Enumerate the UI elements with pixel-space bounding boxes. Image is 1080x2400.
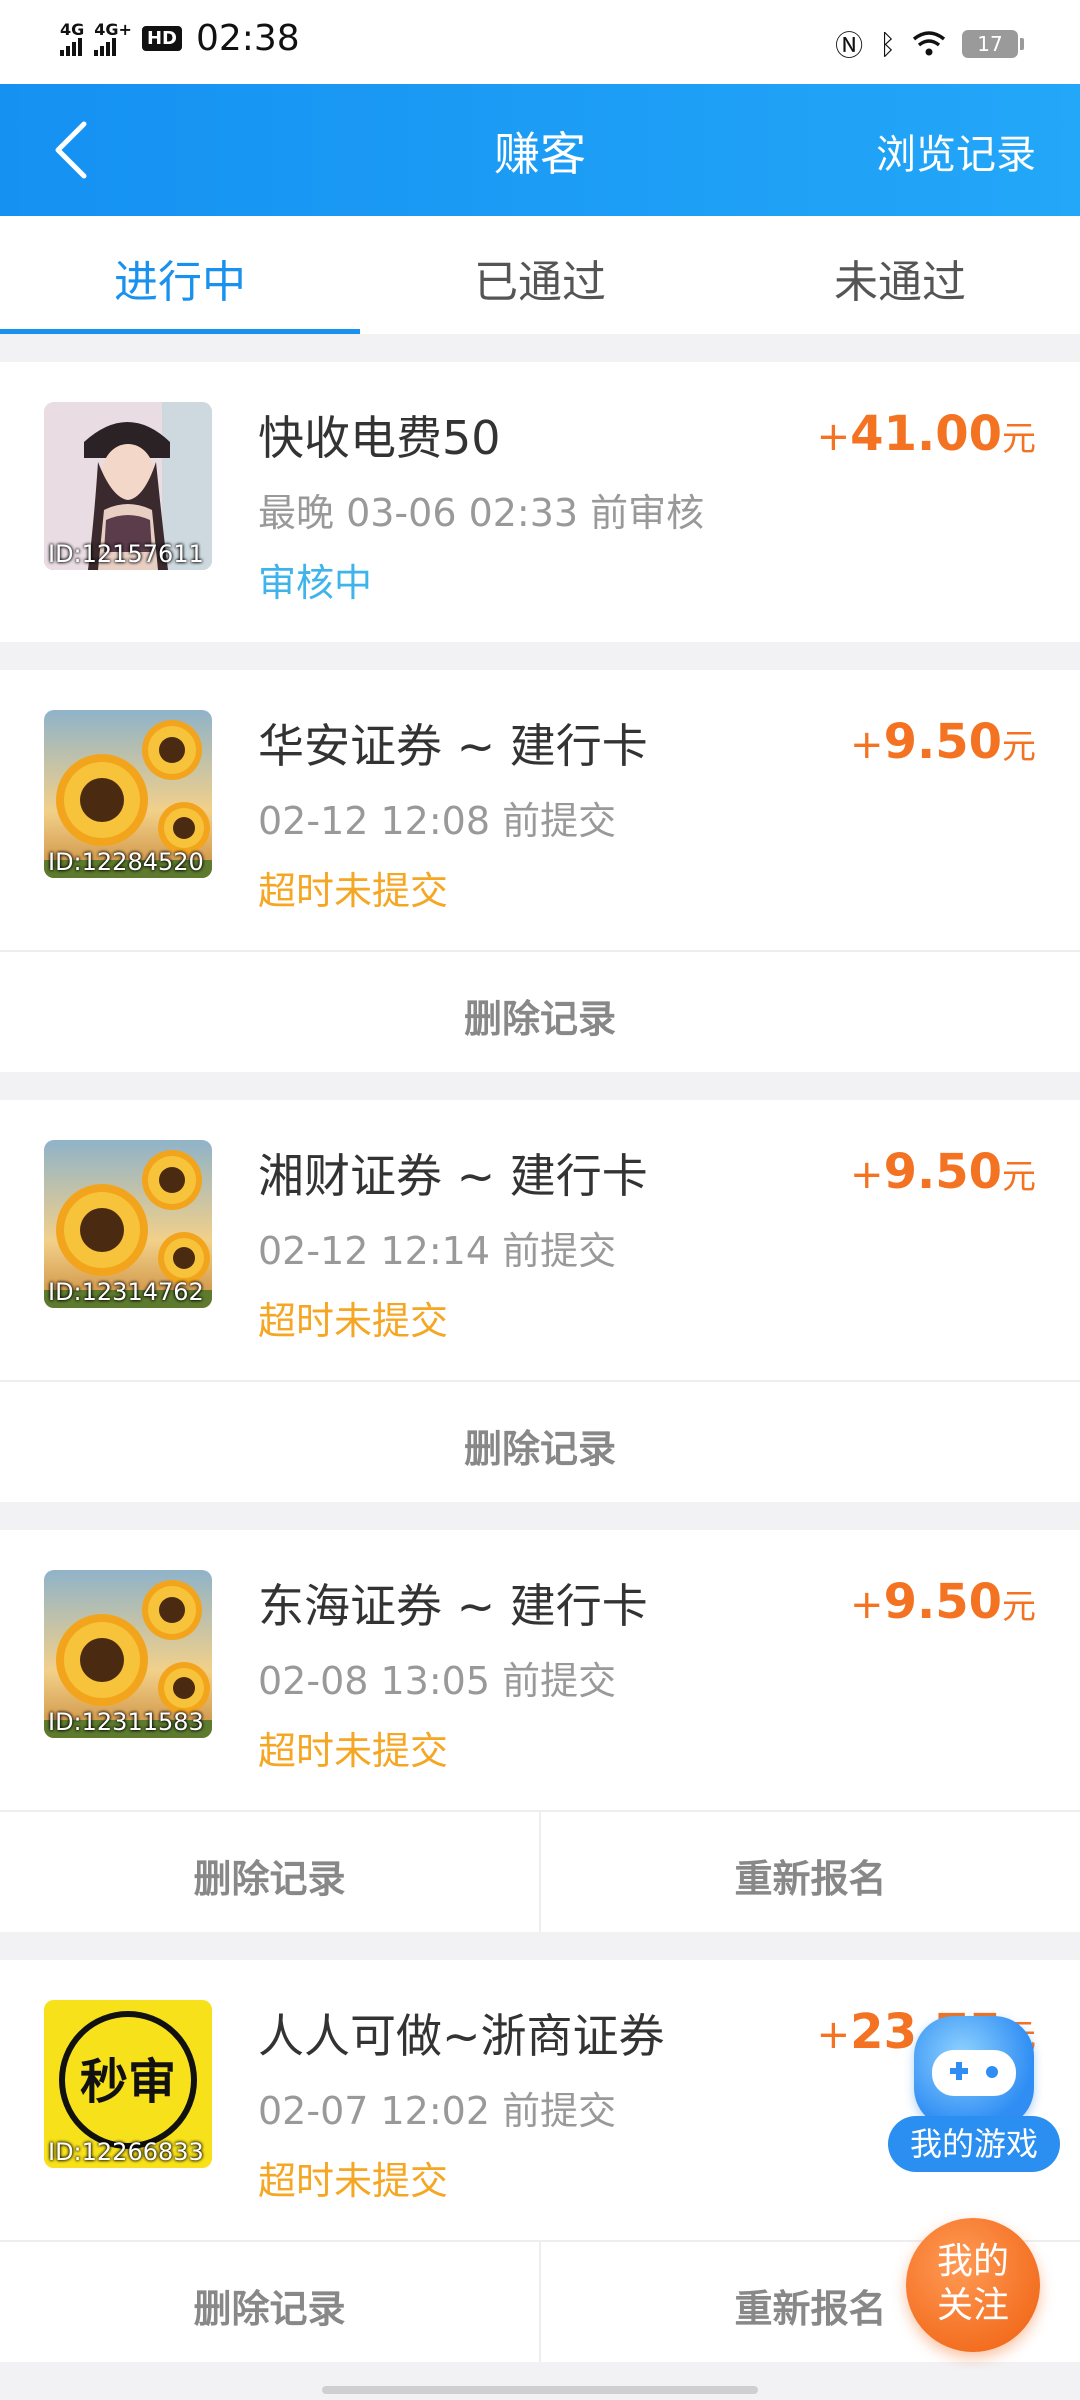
task-thumbnail: ID:12284520 xyxy=(44,710,212,878)
reward-unit: 元 xyxy=(1002,727,1036,767)
task-deadline: 02-08 13:05 前提交 xyxy=(258,1659,617,1703)
task-card-body[interactable]: ID:12284520 华安证券 ~ 建行卡 02-12 12:08 前提交 超… xyxy=(0,670,1080,950)
task-status: 超时未提交 xyxy=(258,869,449,913)
task-card-body[interactable]: ID:12311583 东海证券 ~ 建行卡 02-08 13:05 前提交 超… xyxy=(0,1530,1080,1810)
reward-amount: 9.50 xyxy=(883,714,1002,770)
my-follow-floating-button[interactable]: 我的 关注 xyxy=(906,2218,1040,2352)
status-left: 4G 4G+ HD 02:38 xyxy=(60,18,300,59)
browse-history-button[interactable]: 浏览记录 xyxy=(876,122,1036,180)
task-thumbnail: ID:12157611 xyxy=(44,402,212,570)
reward-unit: 元 xyxy=(1002,419,1036,459)
network-type-label: 4G xyxy=(60,19,85,39)
reward-sign: + xyxy=(816,2012,851,2058)
task-deadline: 02-07 12:02 前提交 xyxy=(258,2089,617,2133)
reward-amount: 41.00 xyxy=(850,406,1002,462)
task-id-label: ID:12284520 xyxy=(48,848,204,876)
task-card[interactable]: ID:12314762 湘财证券 ~ 建行卡 02-12 12:14 前提交 超… xyxy=(0,1100,1080,1502)
task-id-label: ID:12311583 xyxy=(48,1708,204,1736)
delete-record-button[interactable]: 删除记录 xyxy=(0,1382,1080,1502)
task-card[interactable]: ID:12284520 华安证券 ~ 建行卡 02-12 12:08 前提交 超… xyxy=(0,670,1080,1072)
task-id-label: ID:12266833 xyxy=(48,2138,204,2166)
task-thumbnail: ID:12311583 xyxy=(44,1570,212,1738)
my-games-floating-button[interactable]: 我的游戏 xyxy=(888,2016,1060,2186)
task-title: 东海证券 ~ 建行卡 xyxy=(258,1579,648,1633)
task-deadline: 02-12 12:14 前提交 xyxy=(258,1229,617,1273)
network-type-label: 4G+ xyxy=(94,19,132,39)
my-games-label: 我的游戏 xyxy=(888,2116,1060,2172)
delete-record-button[interactable]: 删除记录 xyxy=(0,1812,539,1932)
task-deadline: 最晚 03-06 02:33 前审核 xyxy=(258,491,705,535)
task-id-label: ID:12314762 xyxy=(48,1278,204,1306)
seal-text: 秒审 xyxy=(80,2054,176,2110)
delete-record-button[interactable]: 删除记录 xyxy=(0,952,1080,1072)
tab-in-progress[interactable]: 进行中 xyxy=(0,216,360,334)
signal-icon xyxy=(94,37,117,56)
task-thumbnail: 秒审 ID:12266833 xyxy=(44,2000,212,2168)
reward-sign: + xyxy=(850,1582,884,1628)
battery-icon: 17 xyxy=(962,30,1024,58)
bluetooth-icon: ᛒ xyxy=(879,27,896,61)
task-thumbnail: ID:12314762 xyxy=(44,1140,212,1308)
clock: 02:38 xyxy=(195,18,300,59)
status-tabs: 进行中 已通过 未通过 xyxy=(0,216,1080,334)
signal-icon xyxy=(60,37,82,56)
reward-amount: 9.50 xyxy=(883,1144,1002,1200)
task-title: 人人可做~浙商证券 xyxy=(258,2009,665,2063)
task-actions: 删除记录 重新报名 xyxy=(0,1810,1080,1932)
task-title: 华安证券 ~ 建行卡 xyxy=(258,719,648,773)
task-status: 超时未提交 xyxy=(258,1299,449,1343)
task-reward: +9.50元 xyxy=(850,1144,1036,1200)
home-indicator[interactable] xyxy=(322,2386,758,2394)
reward-sign: + xyxy=(850,722,884,768)
tab-rejected[interactable]: 未通过 xyxy=(720,216,1080,334)
task-actions: 删除记录 xyxy=(0,1380,1080,1502)
signal-2: 4G+ xyxy=(94,19,132,56)
reward-unit: 元 xyxy=(1002,1157,1036,1197)
follow-label-line2: 关注 xyxy=(936,2285,1009,2326)
task-card[interactable]: ID:12157611 快收电费50 最晚 03-06 02:33 前审核 审核… xyxy=(0,362,1080,642)
task-deadline: 02-12 12:08 前提交 xyxy=(258,799,617,843)
task-actions: 删除记录 xyxy=(0,950,1080,1072)
task-status: 超时未提交 xyxy=(258,2159,449,2203)
reward-sign: + xyxy=(816,414,851,460)
reward-amount: 9.50 xyxy=(883,1574,1002,1630)
signal-1: 4G xyxy=(60,19,85,56)
follow-label-line1: 我的 xyxy=(936,2241,1009,2282)
status-right: Ⓝ ᛒ 17 xyxy=(835,24,1024,64)
nfc-icon: Ⓝ xyxy=(835,29,864,62)
task-reward: +9.50元 xyxy=(850,714,1036,770)
task-card[interactable]: ID:12311583 东海证券 ~ 建行卡 02-08 13:05 前提交 超… xyxy=(0,1530,1080,1932)
task-status: 超时未提交 xyxy=(258,1729,449,1773)
re-register-button[interactable]: 重新报名 xyxy=(539,1812,1080,1932)
reward-unit: 元 xyxy=(1002,1587,1036,1627)
battery-level: 17 xyxy=(977,32,1003,56)
gamepad-icon xyxy=(914,2016,1034,2128)
reward-sign: + xyxy=(850,1152,884,1198)
status-bar: 4G 4G+ HD 02:38 Ⓝ ᛒ 17 xyxy=(0,0,1080,84)
task-card-body[interactable]: ID:12314762 湘财证券 ~ 建行卡 02-12 12:14 前提交 超… xyxy=(0,1100,1080,1380)
delete-record-button[interactable]: 删除记录 xyxy=(0,2242,539,2362)
top-navbar: 赚客 浏览记录 xyxy=(0,84,1080,216)
task-status: 审核中 xyxy=(258,561,373,605)
task-reward: +41.00元 xyxy=(817,406,1036,462)
task-reward: +9.50元 xyxy=(850,1574,1036,1630)
tab-approved[interactable]: 已通过 xyxy=(360,216,720,334)
hd-voice-badge: HD xyxy=(141,26,182,51)
task-id-label: ID:12157611 xyxy=(48,540,204,568)
wifi-icon xyxy=(912,31,946,56)
task-title: 快收电费50 xyxy=(258,411,501,465)
task-title: 湘财证券 ~ 建行卡 xyxy=(258,1149,648,1203)
task-card-body[interactable]: ID:12157611 快收电费50 最晚 03-06 02:33 前审核 审核… xyxy=(0,362,1080,642)
